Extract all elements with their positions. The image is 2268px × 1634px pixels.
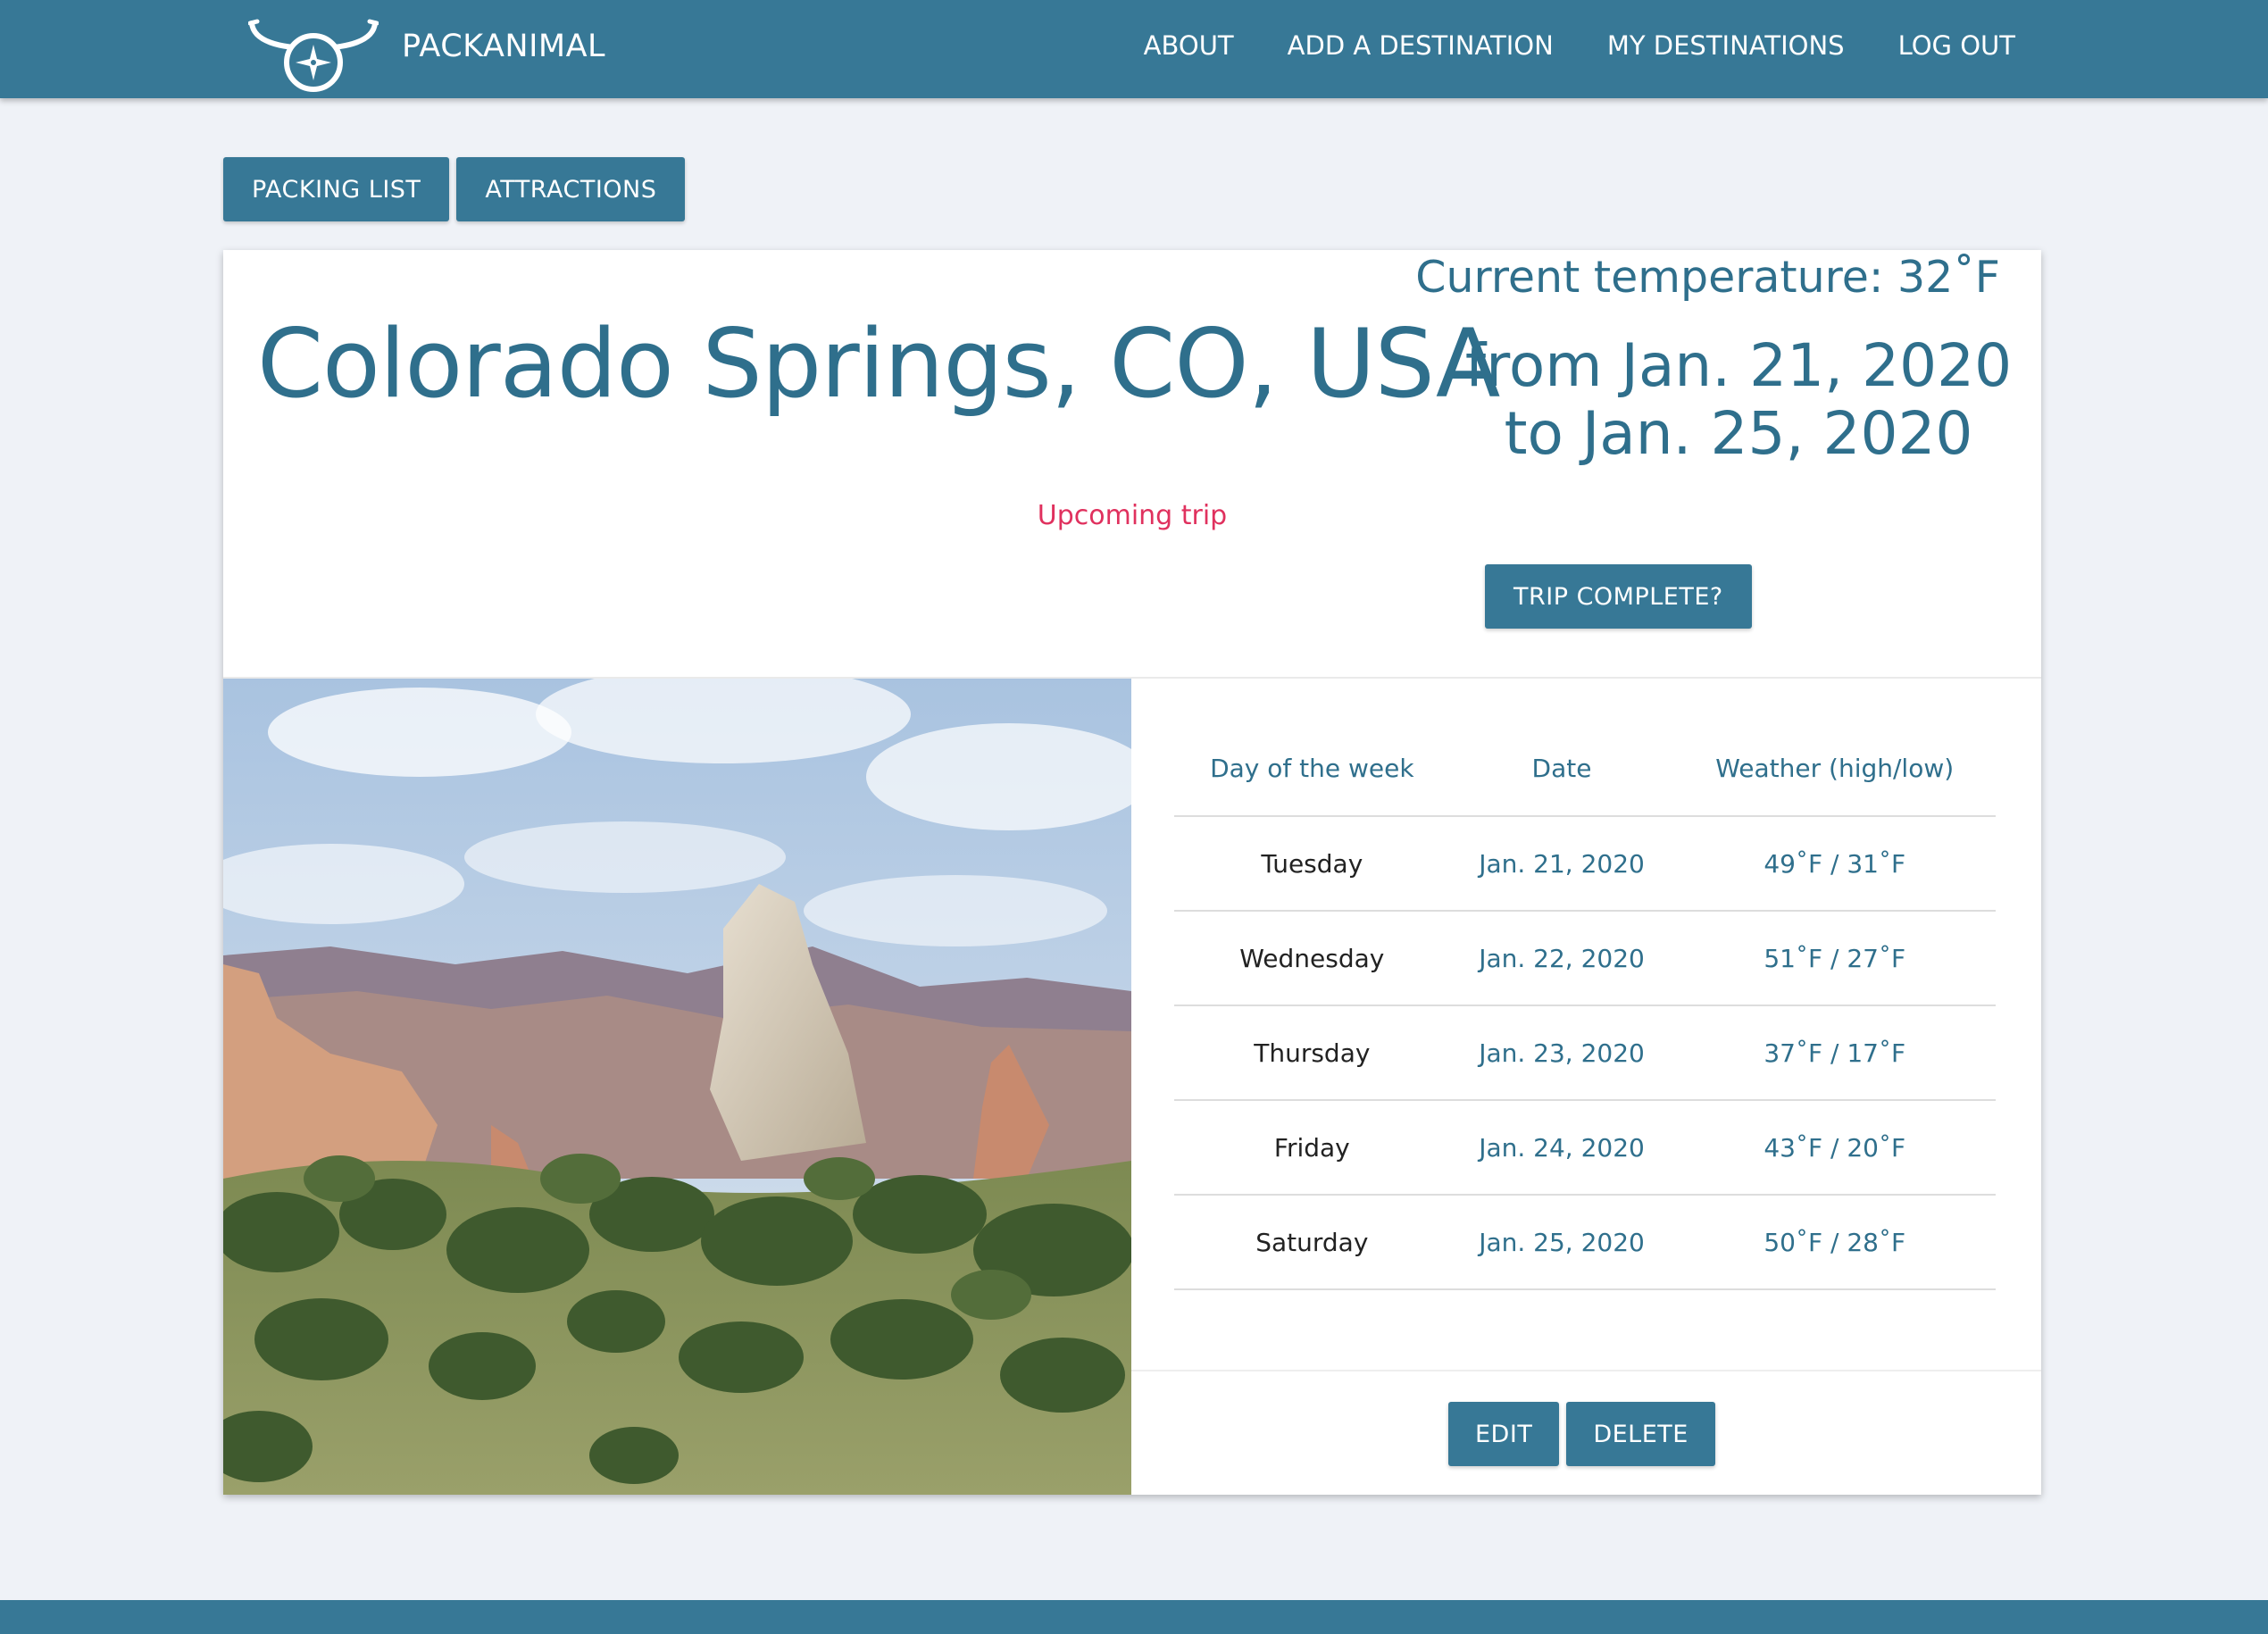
row-weather: 37˚F / 17˚F [1673, 1005, 1996, 1101]
row-day: Thursday [1174, 1005, 1450, 1101]
weather-forecast-table: Day of the week Date Weather (high/low) … [1174, 721, 1996, 1290]
row-date: Jan. 24, 2020 [1449, 1100, 1674, 1196]
brand-name[interactable]: PACKANIMAL [402, 29, 605, 64]
row-date: Jan. 22, 2020 [1449, 911, 1674, 1006]
nav-links: ABOUT ADD A DESTINATION MY DESTINATIONS … [1144, 30, 2015, 61]
trip-status: Upcoming trip [1037, 500, 1228, 531]
row-day: Tuesday [1174, 816, 1450, 912]
page-footer [0, 1600, 2268, 1634]
table-row: Friday Jan. 24, 2020 43˚F / 20˚F [1174, 1100, 1996, 1196]
attractions-button[interactable]: ATTRACTIONS [456, 157, 686, 221]
trip-date-range: from Jan. 21, 2020 to Jan. 25, 2020 [1464, 331, 2013, 468]
delete-button[interactable]: DELETE [1566, 1402, 1715, 1466]
destination-photo [223, 679, 1131, 1495]
trip-card: Current temperature: 32˚F Colorado Sprin… [223, 250, 2041, 1495]
header-weather: Weather (high/low) [1673, 721, 1996, 817]
header-date: Date [1449, 721, 1674, 817]
header-day-of-week: Day of the week [1174, 721, 1450, 817]
table-row: Wednesday Jan. 22, 2020 51˚F / 27˚F [1174, 911, 1996, 1006]
nav-add-destination-link[interactable]: ADD A DESTINATION [1288, 30, 1554, 61]
table-header-row: Day of the week Date Weather (high/low) [1174, 721, 1996, 817]
current-temperature: Current temperature: 32˚F [1415, 252, 2000, 303]
nav-log-out-link[interactable]: LOG OUT [1898, 30, 2015, 61]
row-weather: 51˚F / 27˚F [1673, 911, 1996, 1006]
table-row: Saturday Jan. 25, 2020 50˚F / 28˚F [1174, 1195, 1996, 1290]
top-navbar: PACKANIMAL ABOUT ADD A DESTINATION MY DE… [0, 0, 2268, 98]
actions-divider [1131, 1370, 2041, 1371]
card-actions: EDIT DELETE [1448, 1402, 1715, 1466]
edit-button[interactable]: EDIT [1448, 1402, 1560, 1466]
row-date: Jan. 25, 2020 [1449, 1195, 1674, 1290]
row-weather: 50˚F / 28˚F [1673, 1195, 1996, 1290]
trip-complete-button[interactable]: TRIP COMPLETE? [1485, 564, 1752, 629]
row-weather: 49˚F / 31˚F [1673, 816, 1996, 912]
row-day: Wednesday [1174, 911, 1450, 1006]
nav-about-link[interactable]: ABOUT [1144, 30, 1234, 61]
row-weather: 43˚F / 20˚F [1673, 1100, 1996, 1196]
packing-list-button[interactable]: PACKING LIST [223, 157, 450, 221]
row-day: Friday [1174, 1100, 1450, 1196]
destination-title: Colorado Springs, CO, USA [257, 309, 1500, 419]
row-day: Saturday [1174, 1195, 1450, 1290]
table-row: Thursday Jan. 23, 2020 37˚F / 17˚F [1174, 1005, 1996, 1101]
row-date: Jan. 23, 2020 [1449, 1005, 1674, 1101]
section-tabs: PACKING LIST ATTRACTIONS [223, 157, 686, 221]
row-date: Jan. 21, 2020 [1449, 816, 1674, 912]
nav-my-destinations-link[interactable]: MY DESTINATIONS [1607, 30, 1845, 61]
table-row: Tuesday Jan. 21, 2020 49˚F / 31˚F [1174, 816, 1996, 912]
bull-horns-compass-logo-icon[interactable] [248, 18, 379, 95]
